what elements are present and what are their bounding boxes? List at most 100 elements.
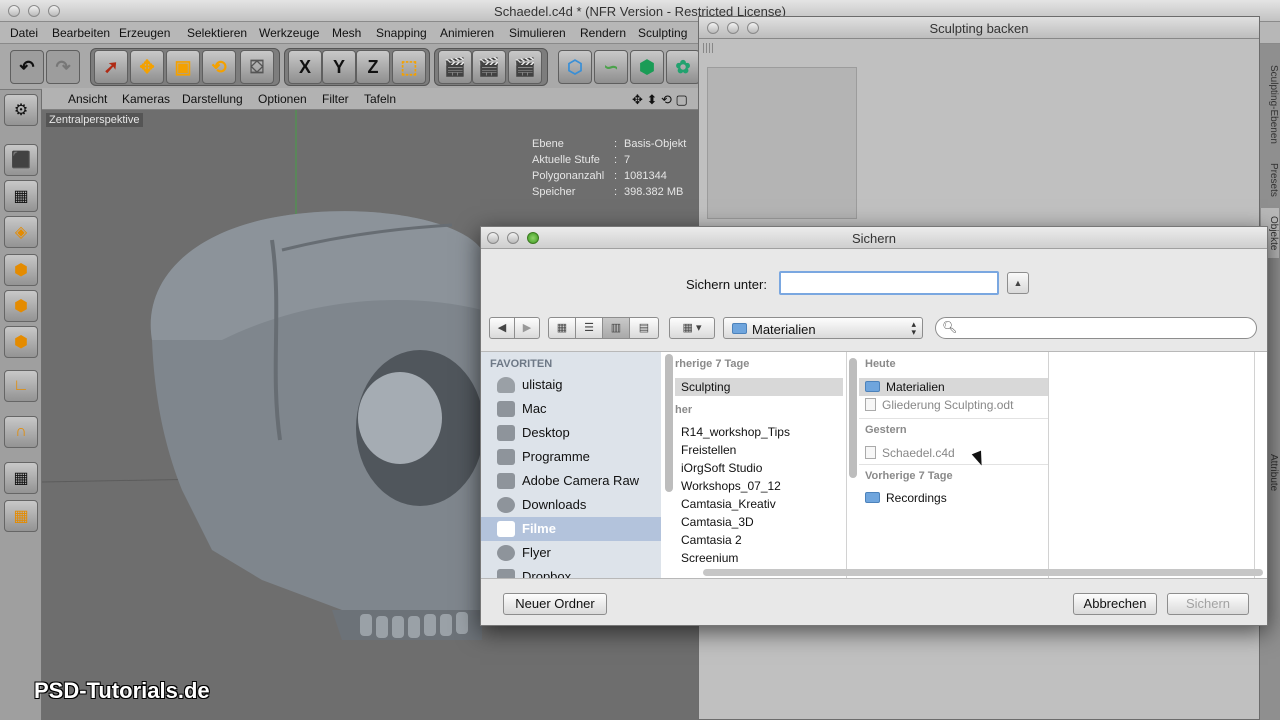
menu-simulieren[interactable]: Simulieren [509,26,566,40]
panel-grip-icon[interactable] [703,43,715,53]
texture-mode-button[interactable]: ▦ [4,180,38,212]
menu-animieren[interactable]: Animieren [440,26,494,40]
edges-mode-button[interactable]: ⬢ [4,290,38,322]
sidebar-item-flyer[interactable]: Flyer [481,541,661,565]
cancel-button[interactable]: Abbrechen [1073,593,1157,615]
render-picture-viewer-button[interactable]: 🎬 [472,50,506,84]
folder-item-label: Materialien [886,380,945,394]
menu-mesh[interactable]: Mesh [332,26,361,40]
folder-item[interactable]: Camtasia_Kreativ [681,497,776,511]
render-view-button[interactable]: 🎬 [438,50,472,84]
tab-presets[interactable]: Presets [1261,160,1279,200]
forward-button[interactable]: ▶ [514,317,540,339]
expand-dialog-button[interactable]: ▲ [1007,272,1029,294]
view-list-button[interactable]: ☰ [575,317,603,339]
sidebar-item-dropbox[interactable]: Dropbox [481,565,661,578]
save-button[interactable]: Sichern [1167,593,1249,615]
menu-rendern[interactable]: Rendern [580,26,626,40]
scale-tool-button[interactable]: ▣ [166,50,200,84]
sidebar-item-downloads[interactable]: Downloads [481,493,661,517]
folder-item-recordings[interactable]: Recordings [865,491,947,505]
view-columns-button[interactable]: ▥ [602,317,630,339]
view-coverflow-button[interactable]: ▤ [629,317,659,339]
move-tool-button[interactable]: ✥ [130,50,164,84]
menu-selektieren[interactable]: Selektieren [187,26,247,40]
model-mode-button[interactable]: ⬛ [4,144,38,176]
render-settings-button[interactable]: 🎬 [508,50,542,84]
sidebar-item-label: Programme [522,449,590,464]
folder-item[interactable]: R14_workshop_Tips [681,425,790,439]
sidebar-scrollbar[interactable] [665,354,673,492]
folder-item-sculpting[interactable]: Sculpting [681,380,730,394]
menu-datei[interactable]: Datei [10,26,38,40]
view-menu-kameras[interactable]: Kameras [122,92,170,106]
search-field[interactable]: 🔍︎ [935,317,1257,339]
hud-separator: : [614,138,618,150]
y-axis-label: Y [332,56,345,77]
folder-item[interactable]: Camtasia_3D [681,515,754,529]
new-folder-button[interactable]: Neuer Ordner [503,593,607,615]
folder-item[interactable]: iOrgSoft Studio [681,461,762,475]
viewport-nav-icons[interactable]: ✥ ⬍ ⟲ ▢ [632,92,688,108]
sidebar-item-desktop[interactable]: Desktop [481,421,661,445]
back-button[interactable]: ◀ [489,317,515,339]
tab-sculpting-ebenen[interactable]: Sculpting-Ebenen [1261,54,1279,154]
view-menu-tafeln[interactable]: Tafeln [364,92,396,106]
view-menu-optionen[interactable]: Optionen [258,92,307,106]
folder-item[interactable]: Screenium [681,551,738,565]
folder-item[interactable]: Freistellen [681,443,736,457]
z-axis-button[interactable]: Z [356,50,390,84]
redo-button[interactable]: ↷ [46,50,80,84]
checker-icon: ▦ [13,188,29,205]
mode-button[interactable]: ⚙ [4,94,38,126]
cube-object-button[interactable]: ⬡ [558,50,592,84]
flower-icon: ✿ [675,56,691,77]
menu-bearbeiten[interactable]: Bearbeiten [52,26,110,40]
workplane-button[interactable]: ◈ [4,216,38,248]
points-mode-button[interactable]: ⬢ [4,254,38,286]
horizontal-scrollbar[interactable] [703,569,1263,576]
live-selection-button[interactable]: ⛋ [240,50,274,84]
view-menu-darstellung[interactable]: Darstellung [182,92,243,106]
sidebar-item-adobe-camera-raw[interactable]: Adobe Camera Raw [481,469,661,493]
menu-snapping[interactable]: Snapping [376,26,427,40]
planar-workplane-button[interactable]: ▦ [4,500,38,532]
select-tool-button[interactable]: ➚ [94,50,128,84]
view-icons-button[interactable]: ▦ [548,317,576,339]
filename-input[interactable] [779,271,999,295]
folder-item[interactable]: Workshops_07_12 [681,479,781,493]
column-1-scrollbar[interactable] [849,358,857,478]
magnet-icon: ∩ [15,423,27,440]
menu-sculpting[interactable]: Sculpting [638,26,687,40]
file-item-schaedel[interactable]: Schaedel.c4d [865,446,955,460]
view-menu-ansicht[interactable]: Ansicht [68,92,107,106]
deformer-button[interactable]: ✿ [666,50,700,84]
hud-key: Speicher [532,186,576,198]
axis-mode-button[interactable]: ∟ [4,370,38,402]
polygons-mode-button[interactable]: ⬢ [4,326,38,358]
sidebar-item-mac[interactable]: Mac [481,397,661,421]
sidebar-item-programme[interactable]: Programme [481,445,661,469]
sidebar-item-ulistaig[interactable]: ulistaig [481,373,661,397]
snapping-button[interactable]: ∩ [4,416,38,448]
folder-item-materialien[interactable]: Materialien [865,380,945,394]
generator-button[interactable]: ⬢ [630,50,664,84]
folder-item[interactable]: Camtasia 2 [681,533,742,547]
arrange-menu-button[interactable]: ▦ ▾ [669,317,715,339]
y-axis-button[interactable]: Y [322,50,356,84]
coordinate-system-button[interactable]: ⬚ [392,50,426,84]
search-input[interactable] [958,320,1248,336]
undo-button[interactable]: ↶ [10,50,44,84]
view-menu-filter[interactable]: Filter [322,92,349,106]
sidebar-item-filme[interactable]: Filme [481,517,661,541]
menu-erzeugen[interactable]: Erzeugen [119,26,170,40]
file-item-gliederung[interactable]: Gliederung Sculpting.odt [865,398,1013,412]
spline-button[interactable]: ∽ [594,50,628,84]
browser-column-1: rherige 7 Tage Sculpting her R14_worksho… [675,352,847,578]
path-popup[interactable]: Materialien ▴ ▾ [723,317,923,339]
lock-workplane-button[interactable]: ▦ [4,462,38,494]
x-axis-button[interactable]: X [288,50,322,84]
rotate-tool-button[interactable]: ⟲ [202,50,236,84]
menu-werkzeuge[interactable]: Werkzeuge [259,26,319,40]
cube-icon: ⬛ [11,152,31,169]
